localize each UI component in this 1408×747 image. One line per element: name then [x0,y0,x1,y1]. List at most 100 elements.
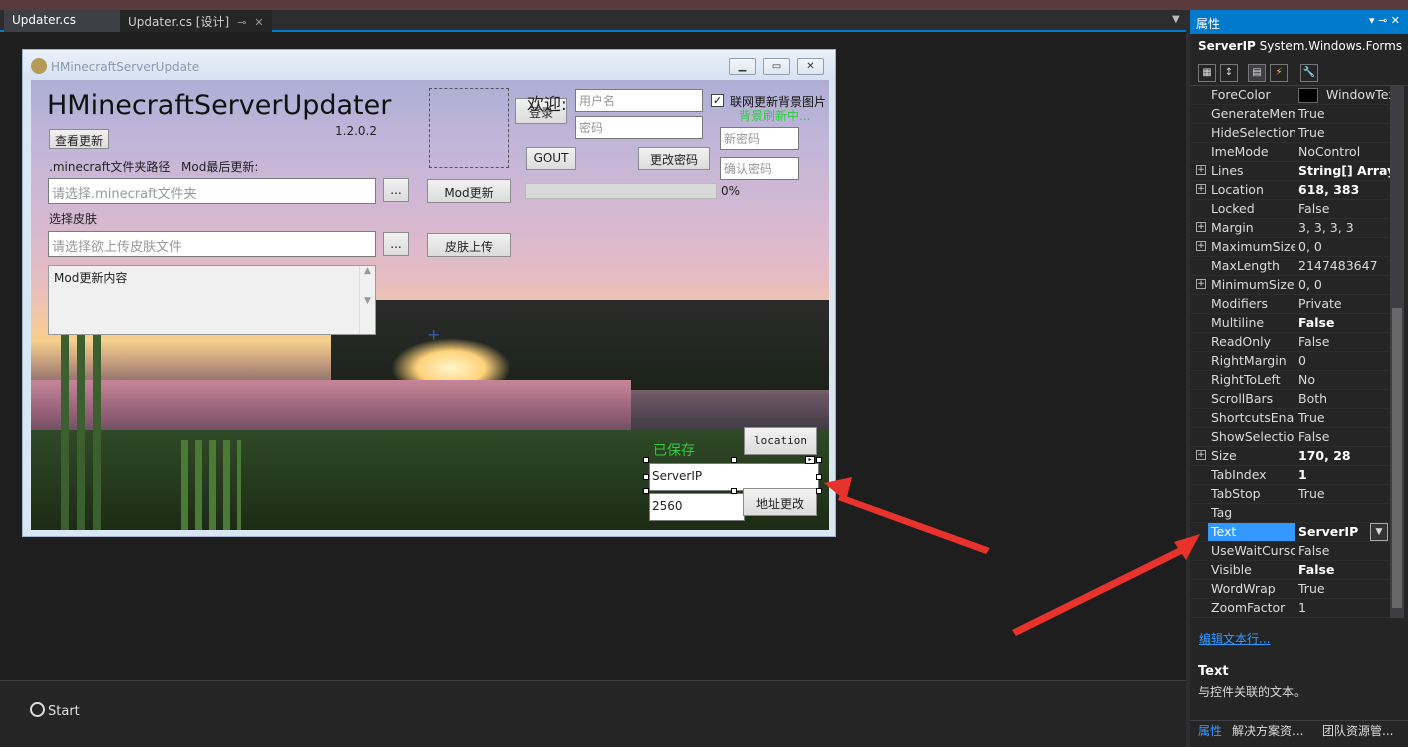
browse-mc-path-button[interactable]: ... [383,178,409,202]
property-row[interactable]: TabIndex 1 [1190,466,1390,485]
location-button[interactable]: location [744,427,817,455]
scrollbar-thumb[interactable] [1392,308,1402,608]
property-name: UseWaitCursor [1211,543,1295,558]
property-row[interactable]: TabStop True [1190,485,1390,504]
property-row[interactable]: GenerateMemberTrue [1190,105,1390,124]
property-name: GenerateMember [1211,106,1295,121]
resize-handle[interactable] [643,457,649,463]
property-name: RightMargin [1211,353,1287,368]
property-row[interactable]: + Margin 3, 3, 3, 3 [1190,219,1390,238]
property-row[interactable]: UseWaitCursor False [1190,542,1390,561]
tab-updater-cs[interactable]: Updater.cs [4,10,120,32]
property-name: ShortcutsEnabled [1211,410,1295,425]
resize-handle[interactable] [643,488,649,494]
expand-icon: + [1196,184,1206,194]
property-name: Visible [1211,562,1252,577]
online-bg-checkbox[interactable]: ✓ [711,94,724,107]
property-row[interactable]: + Location 618, 383 [1190,181,1390,200]
resize-handle[interactable] [731,457,737,463]
object-selector[interactable]: ServerIP System.Windows.Forms [1190,34,1408,58]
property-row[interactable]: ForeColor WindowText [1190,86,1390,105]
resize-handle[interactable] [731,488,737,494]
close-icon[interactable]: ✕ [797,58,824,75]
vertical-scrollbar[interactable]: ▲ ▼ [359,266,375,334]
tab-updater-designer[interactable]: Updater.cs [设计] ⊸ ✕ [120,10,272,32]
mod-content-textbox[interactable]: Mod更新内容 ▲ ▼ [48,265,376,335]
properties-header: 属性 ▾ ⊸ ✕ [1190,10,1408,34]
close-icon[interactable]: ✕ [254,16,263,29]
tab-team-explorer[interactable]: 团队资源管... [1322,722,1393,739]
property-row[interactable]: WordWrap True [1190,580,1390,599]
property-row[interactable]: ZoomFactor 1 [1190,599,1390,618]
expand-icon: + [1196,241,1206,251]
avatar-picture-box[interactable] [429,88,509,168]
property-row[interactable]: + Size 170, 28 [1190,447,1390,466]
resize-handle[interactable] [643,474,649,480]
property-row[interactable]: Modifiers Private [1190,295,1390,314]
property-row[interactable]: Locked False [1190,200,1390,219]
chevron-down-icon[interactable]: ▼ [1370,523,1388,541]
server-ip-input[interactable]: ServerIP [649,463,819,491]
resize-handle[interactable] [816,457,822,463]
property-row[interactable]: RightMargin 0 [1190,352,1390,371]
property-name: Locked [1211,201,1255,216]
property-row[interactable]: + MaximumSize 0, 0 [1190,238,1390,257]
property-name: ShowSelectionMargin [1211,429,1295,444]
address-change-button[interactable]: 地址更改 [743,488,817,516]
properties-icon[interactable]: ▤ [1248,64,1266,82]
property-row[interactable]: Visible False [1190,561,1390,580]
alphabetical-icon[interactable]: ↕ [1220,64,1238,82]
property-value: True [1298,106,1325,121]
property-name: TabIndex [1211,467,1267,482]
tab-dropdown-icon[interactable]: ▼ [1172,14,1180,25]
start-timer-component[interactable]: Start [48,704,80,719]
tab-properties[interactable]: 属性 [1198,722,1222,739]
skin-upload-button[interactable]: 皮肤上传 [427,233,511,257]
crosshair-icon: + [427,325,441,344]
property-row[interactable]: ScrollBars Both [1190,390,1390,409]
events-icon[interactable]: ⚡ [1270,64,1288,82]
pin-icon[interactable]: ⊸ [237,16,246,29]
logout-button[interactable]: GOUT [526,147,576,170]
property-row[interactable]: MaxLength 2147483647 [1190,257,1390,276]
resize-handle[interactable] [816,488,822,494]
property-value: NoControl [1298,144,1361,159]
resize-handle[interactable] [816,474,822,480]
property-row[interactable]: Multiline False [1190,314,1390,333]
check-update-button[interactable]: 查看更新 [49,129,109,149]
property-row[interactable]: + MinimumSize 0, 0 [1190,276,1390,295]
edit-lines-link[interactable]: 编辑文本行... [1199,630,1270,647]
property-grid-scrollbar[interactable] [1390,86,1404,618]
port-input[interactable]: 2560 [649,493,745,521]
progress-percent-label: 0% [721,184,741,198]
username-input[interactable]: 用户名 [575,89,703,112]
property-row[interactable]: HideSelection True [1190,124,1390,143]
form-window[interactable]: HMinecraftServerUpdate ▁ ▭ ✕ HMinecraftS… [22,49,836,537]
smart-tag-icon[interactable]: ▸ [805,456,815,464]
property-row[interactable]: Tag [1190,504,1390,523]
new-password-input[interactable]: 新密码 [720,127,799,150]
change-password-button[interactable]: 更改密码 [638,147,710,170]
tab-label: Updater.cs [12,13,76,27]
property-row[interactable]: ReadOnly False [1190,333,1390,352]
tab-solution-explorer[interactable]: 解决方案资... [1232,722,1303,739]
password-input[interactable]: 密码 [575,116,703,139]
mc-path-input[interactable]: 请选择.minecraft文件夹 [48,178,376,204]
categorized-icon[interactable]: ▦ [1198,64,1216,82]
mod-update-button[interactable]: Mod更新 [427,179,511,203]
property-row[interactable]: ShortcutsEnabledTrue [1190,409,1390,428]
property-value: No [1298,372,1315,387]
property-row[interactable]: ShowSelectionMarginFalse [1190,428,1390,447]
browse-skin-button[interactable]: ... [383,232,409,256]
skin-path-input[interactable]: 请选择欲上传皮肤文件 [48,231,376,257]
confirm-password-input[interactable]: 确认密码 [720,157,799,180]
panel-controls-icon[interactable]: ▾ ⊸ ✕ [1369,14,1400,27]
mod-last-update-label: Mod最后更新: [181,160,259,174]
maximize-icon[interactable]: ▭ [763,58,790,75]
property-row[interactable]: + Lines String[] Array [1190,162,1390,181]
property-row[interactable]: ImeMode NoControl [1190,143,1390,162]
property-row[interactable]: RightToLeft No [1190,371,1390,390]
minimize-icon[interactable]: ▁ [729,58,756,75]
property-pages-icon[interactable]: 🔧 [1300,64,1318,82]
property-row-selected[interactable]: Text ServerIP ▼ [1190,523,1390,542]
